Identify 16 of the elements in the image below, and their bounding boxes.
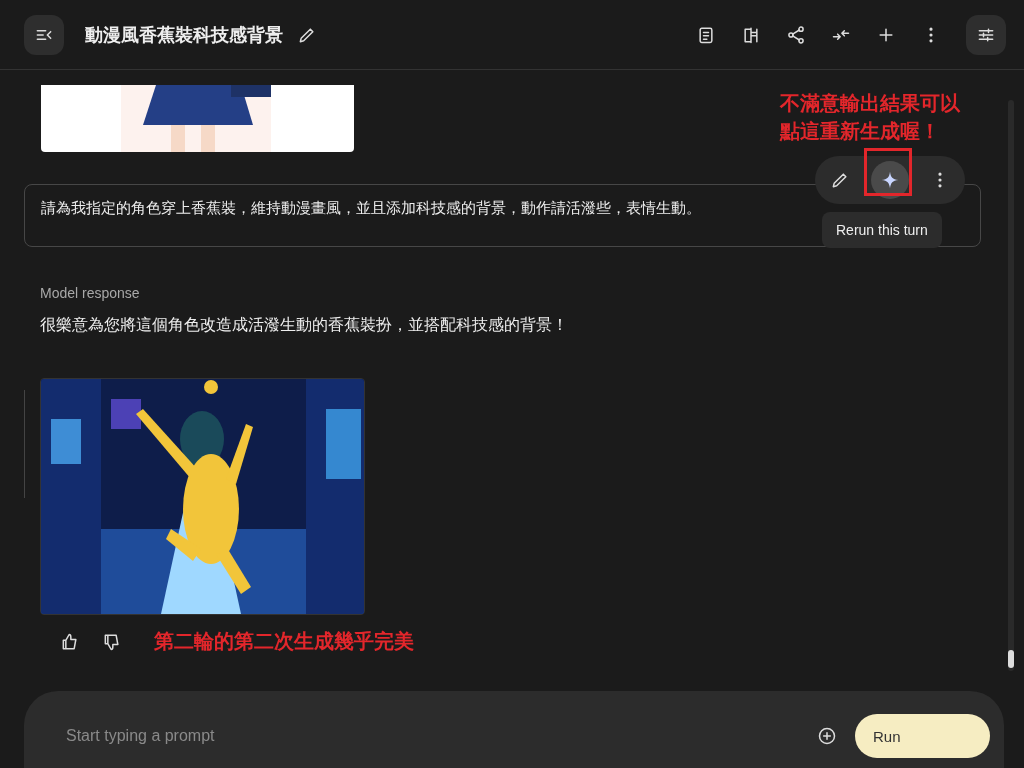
- annotation-text: 不滿意輸出結果可以: [780, 91, 960, 116]
- response-label: Model response: [40, 285, 141, 301]
- run-button[interactable]: Run: [855, 714, 990, 758]
- prompt-input[interactable]: Start typing a prompt: [64, 726, 817, 746]
- annotation-text: 點這重新生成喔！: [780, 119, 941, 144]
- highlight-frame: [864, 148, 912, 196]
- scrollbar[interactable]: [1008, 100, 1014, 671]
- menu-button[interactable]: [24, 14, 64, 55]
- tooltip: Rerun this turn: [822, 212, 942, 248]
- annotation-text: 第二輪的第二次生成幾乎完美: [154, 629, 414, 654]
- window-title: 動漫風香蕉裝科技感背景: [85, 23, 283, 47]
- settings-button[interactable]: [966, 14, 1006, 55]
- share-icon[interactable]: [786, 24, 806, 45]
- response-text: 很樂意為您將這個角色改造成活潑生動的香蕉裝扮，並搭配科技感的背景！: [40, 315, 569, 335]
- add-circle-icon[interactable]: [817, 726, 837, 746]
- thumbs-up-icon[interactable]: [60, 631, 80, 652]
